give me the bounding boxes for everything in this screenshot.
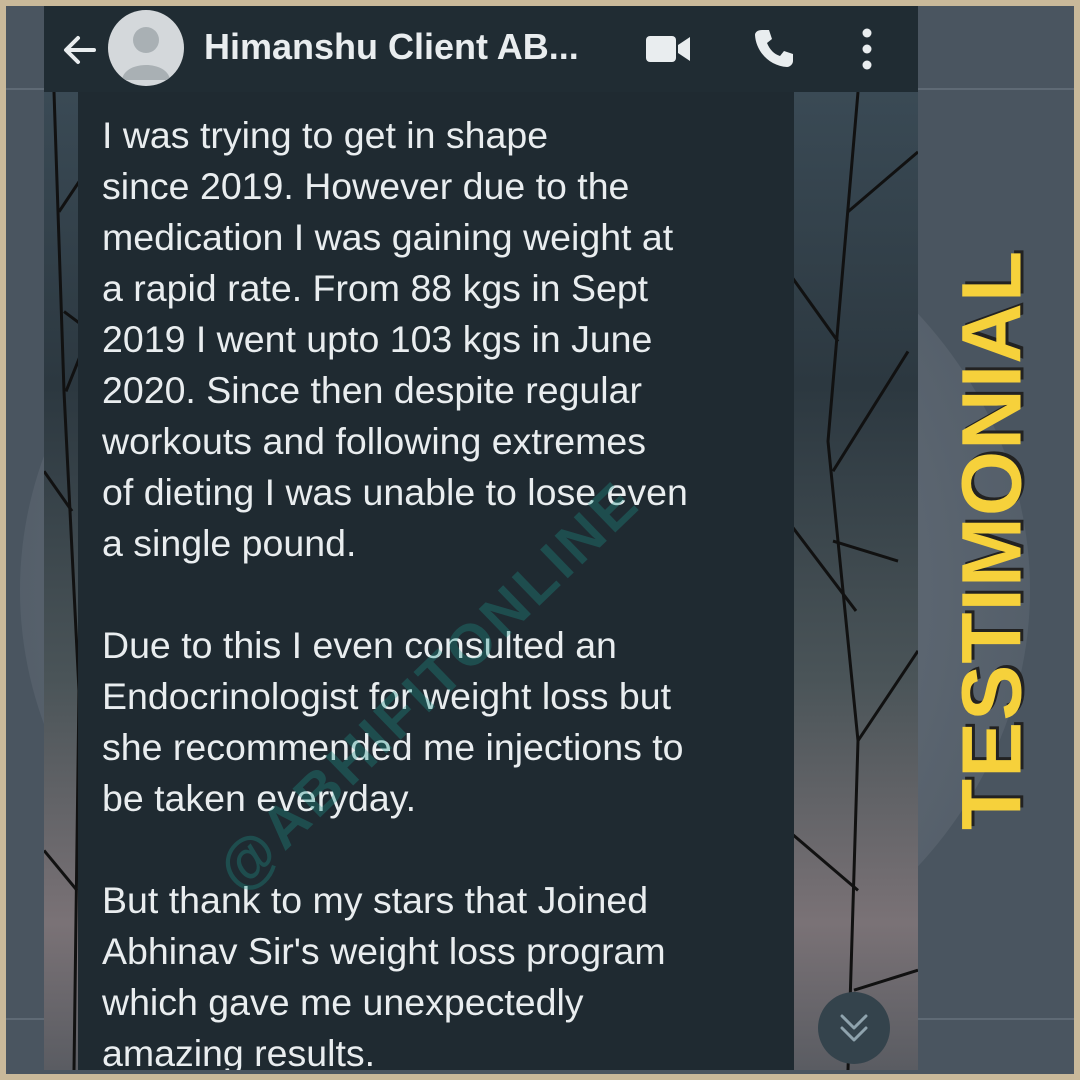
contact-name[interactable]: Himanshu Client AB... — [204, 26, 579, 68]
message-text: I was trying to get in shape since 2019.… — [102, 114, 688, 1070]
phone-icon[interactable] — [752, 26, 796, 70]
scroll-down-button[interactable] — [818, 992, 890, 1064]
back-arrow-icon[interactable] — [60, 30, 100, 70]
avatar-icon — [122, 27, 170, 80]
chevron-double-down-icon — [840, 1014, 868, 1042]
video-call-icon[interactable] — [644, 32, 692, 66]
chat-header: Himanshu Client AB... — [44, 6, 918, 92]
avatar[interactable] — [108, 10, 184, 86]
more-vert-icon[interactable] — [852, 26, 882, 72]
chat-screen: Himanshu Client AB... I was trying to ge… — [44, 6, 918, 1070]
wallpaper-right — [786, 91, 918, 1070]
testimonial-label: TESTIMONIAL — [944, 249, 1039, 831]
